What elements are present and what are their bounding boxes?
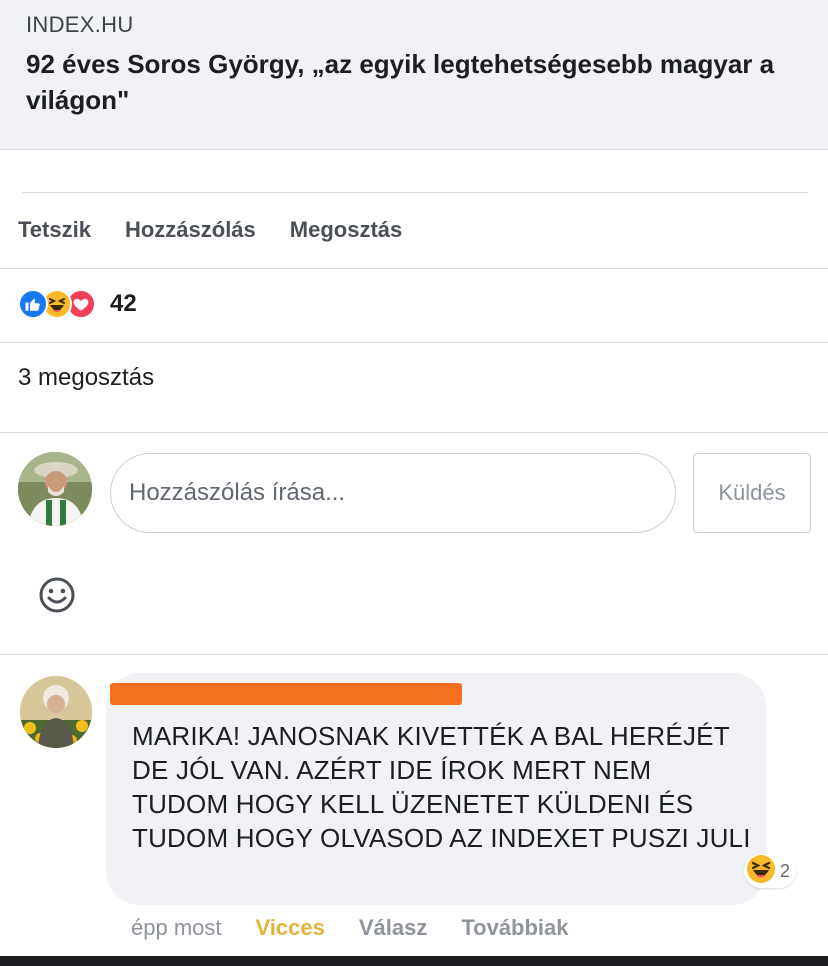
haha-reaction-button[interactable]: Vicces: [256, 915, 325, 941]
bottom-bar: [0, 956, 828, 966]
like-button[interactable]: Tetszik: [18, 217, 91, 243]
reactions-summary[interactable]: 42: [18, 287, 137, 321]
comment-reaction-count: 2: [780, 860, 791, 881]
commenter-avatar[interactable]: [20, 676, 92, 748]
divider: [0, 268, 828, 269]
send-button[interactable]: Küldés: [693, 453, 811, 533]
share-button[interactable]: Megosztás: [290, 217, 402, 243]
post-action-bar: Tetszik Hozzászólás Megosztás: [18, 212, 436, 248]
divider: [0, 432, 828, 433]
redacted-commenter-name: [110, 683, 462, 705]
share-count[interactable]: 3 megosztás: [18, 364, 154, 392]
more-button[interactable]: Továbbiak: [461, 915, 568, 941]
divider: [0, 342, 828, 343]
comment-footer: épp most Vicces Válasz Továbbiak: [131, 912, 603, 944]
comment-timestamp: épp most: [131, 915, 222, 940]
reaction-count: 42: [110, 290, 137, 317]
user-avatar[interactable]: [18, 452, 92, 526]
link-title[interactable]: 92 éves Soros György, „az egyik legtehet…: [26, 46, 816, 118]
emoji-icon[interactable]: [37, 575, 77, 615]
divider: [0, 654, 828, 655]
like-icon: [18, 289, 48, 319]
link-preview[interactable]: INDEX.HU 92 éves Soros György, „az egyik…: [0, 0, 828, 150]
comment-text: MARIKA! JANOSNAK KIVETTÉK A BAL HERÉJÉT …: [132, 721, 751, 853]
link-domain: INDEX.HU: [26, 12, 134, 37]
haha-icon: [746, 854, 776, 889]
comment-input[interactable]: [110, 453, 676, 533]
reply-button[interactable]: Válasz: [359, 915, 428, 941]
comment-reactions[interactable]: 2: [744, 854, 797, 889]
divider: [22, 192, 808, 193]
comment-button[interactable]: Hozzászólás: [125, 217, 256, 243]
